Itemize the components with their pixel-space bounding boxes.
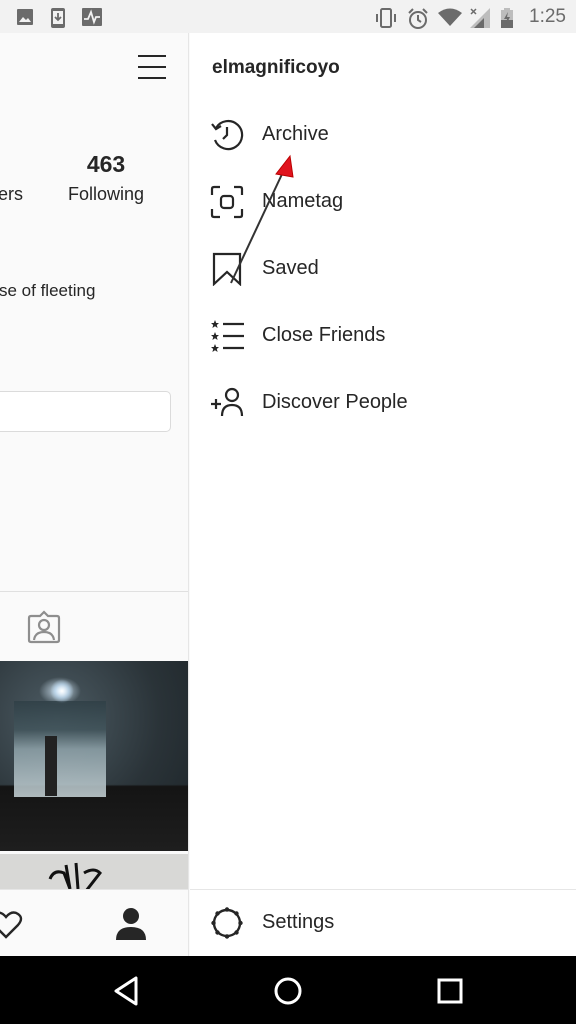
download-icon	[51, 8, 65, 28]
nametag-scan-icon	[210, 185, 244, 219]
close-friends-list-icon	[211, 320, 244, 352]
edit-profile-button[interactable]	[0, 391, 171, 432]
menu-item-close-friends[interactable]: Close Friends	[190, 308, 576, 364]
menu-item-discover-people[interactable]: Discover People	[190, 375, 576, 431]
post-image-drawing	[48, 862, 102, 889]
profile-tab-icon[interactable]	[114, 907, 148, 941]
side-drawer: elmagnificoyo Archive Nametag Saved Clos…	[190, 33, 576, 956]
menu-icon-bar	[138, 77, 166, 79]
image-icon	[17, 9, 33, 25]
status-bar: 1:25	[0, 0, 576, 33]
alarm-icon	[408, 8, 428, 29]
menu-item-archive[interactable]: Archive	[190, 107, 576, 163]
profile-panel: ers 463 Following se of fleeting	[0, 33, 189, 956]
following-count[interactable]: 463	[66, 151, 146, 178]
menu-item-saved[interactable]: Saved	[190, 241, 576, 297]
tagged-photos-tab-icon[interactable]	[26, 609, 62, 645]
menu-item-label: Settings	[262, 911, 335, 933]
tabs-divider	[0, 591, 188, 592]
menu-item-settings[interactable]: Settings	[190, 895, 576, 951]
drawer-footer: Settings	[190, 889, 576, 956]
bookmark-icon	[212, 252, 242, 286]
followers-stat-label[interactable]: ers	[0, 184, 23, 205]
post-thumbnail[interactable]	[0, 854, 188, 889]
post-thumbnail[interactable]	[0, 661, 188, 851]
post-image-poster	[14, 701, 106, 797]
back-icon[interactable]	[111, 974, 145, 1008]
menu-item-label: Archive	[262, 123, 329, 145]
home-icon[interactable]	[271, 974, 305, 1008]
battery-charging-icon	[501, 8, 513, 28]
menu-item-nametag[interactable]: Nametag	[190, 174, 576, 230]
settings-gear-icon	[211, 907, 243, 939]
status-time: 1:25	[529, 6, 566, 27]
menu-item-label: Discover People	[262, 391, 408, 413]
recents-icon[interactable]	[433, 974, 467, 1008]
activity-icon	[82, 8, 102, 26]
archive-history-icon	[211, 119, 244, 151]
menu-item-label: Nametag	[262, 190, 344, 212]
signal-icon	[470, 8, 490, 28]
menu-icon-bar	[138, 66, 166, 68]
vibrate-icon	[376, 8, 396, 28]
menu-item-label: Saved	[262, 257, 319, 279]
android-nav-bar	[0, 956, 576, 1024]
drawer-username: elmagnificoyo	[212, 57, 340, 78]
menu-item-label: Close Friends	[262, 324, 386, 346]
add-person-icon	[211, 387, 244, 417]
activity-heart-icon[interactable]	[0, 910, 32, 940]
menu-button[interactable]	[138, 53, 166, 79]
post-image-detail	[45, 736, 57, 796]
menu-icon	[138, 55, 166, 57]
bottom-tab-bar	[0, 889, 188, 956]
wifi-icon	[438, 8, 462, 26]
post-image-lights	[50, 679, 74, 703]
following-label[interactable]: Following	[60, 184, 152, 205]
profile-bio: se of fleeting	[0, 281, 96, 300]
